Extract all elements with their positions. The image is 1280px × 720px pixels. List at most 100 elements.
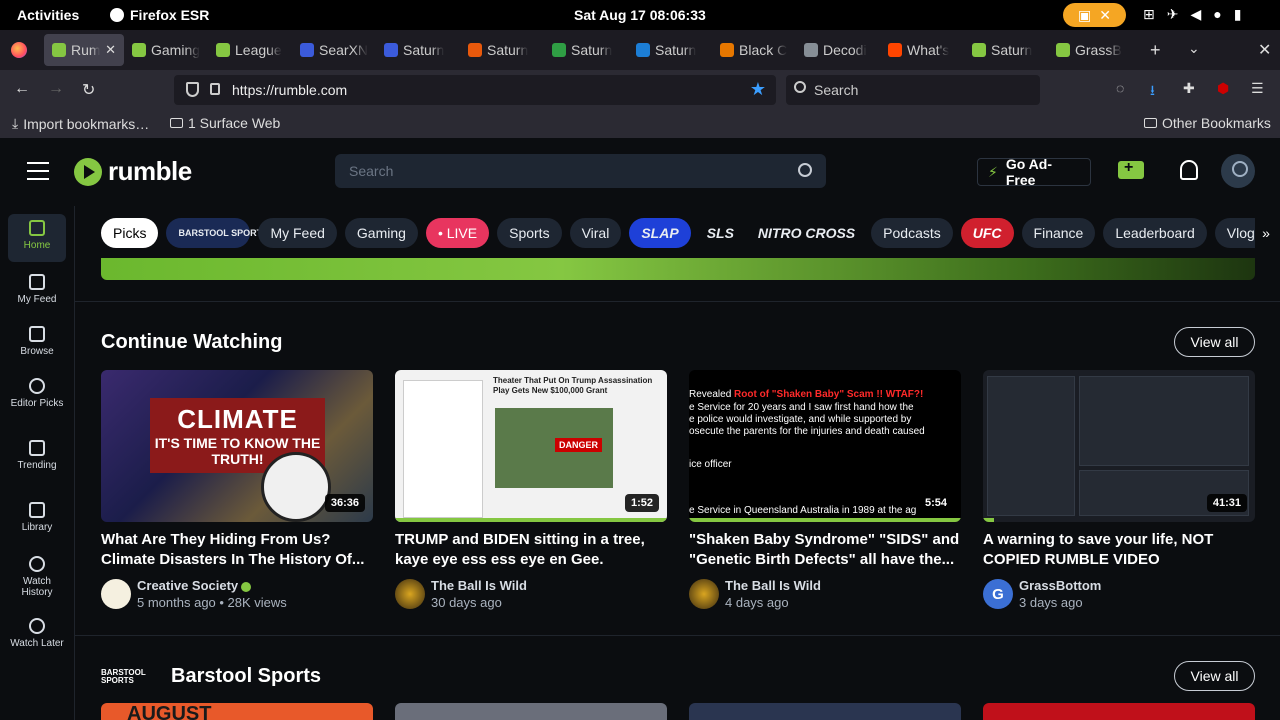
video-card[interactable]: CLIMATE IT'S TIME TO KNOW THE TRUTH! 36:… bbox=[101, 370, 373, 610]
browser-tab[interactable]: Gaming bbox=[124, 34, 208, 66]
pocket-icon[interactable]: ◌ bbox=[1116, 80, 1132, 96]
chip-sls[interactable]: SLS bbox=[699, 218, 742, 248]
rumble-search-input[interactable]: Search bbox=[335, 154, 826, 188]
sidebar-item-browse[interactable]: Browse bbox=[8, 320, 66, 364]
close-tab-icon[interactable]: ✕ bbox=[105, 42, 116, 58]
lock-icon[interactable] bbox=[210, 83, 220, 95]
video-title[interactable]: "Shaken Baby Syndrome" "SIDS" and "Genet… bbox=[689, 530, 961, 570]
forward-button[interactable]: → bbox=[48, 80, 64, 98]
browser-tab[interactable]: GrassB bbox=[1048, 34, 1132, 66]
upload-video-icon[interactable] bbox=[1118, 159, 1144, 179]
sidebar-item-watch-history[interactable]: Watch History bbox=[8, 550, 66, 606]
rumble-logo[interactable]: rumble bbox=[74, 156, 192, 187]
video-card[interactable]: Theater That Put On Trump Assassination … bbox=[395, 370, 667, 610]
sidebar-item-editor-picks[interactable]: Editor Picks bbox=[8, 372, 66, 428]
channel-avatar[interactable]: G bbox=[983, 579, 1013, 609]
browser-tab[interactable]: Saturn bbox=[628, 34, 712, 66]
channel-name[interactable]: The Ball Is Wild bbox=[431, 578, 527, 593]
new-tab-button[interactable]: + bbox=[1150, 40, 1161, 61]
sidebar-item-watch-later[interactable]: Watch Later bbox=[8, 612, 66, 668]
video-card[interactable]: 41:31 A warning to save your life, NOT C… bbox=[983, 370, 1255, 610]
back-button[interactable]: ← bbox=[14, 80, 30, 98]
barstool-view-all-button[interactable]: View all bbox=[1174, 661, 1255, 691]
go-ad-free-button[interactable]: ⚡ Go Ad-Free bbox=[977, 156, 1091, 188]
chip-sports[interactable]: Sports bbox=[497, 218, 562, 248]
chevron-right-icon[interactable]: » bbox=[1255, 218, 1277, 248]
hamburger-menu-icon[interactable] bbox=[27, 162, 49, 180]
chip-podcasts[interactable]: Podcasts bbox=[871, 218, 953, 248]
reload-button[interactable]: ↻ bbox=[82, 80, 95, 100]
notifications-bell-icon[interactable] bbox=[1180, 160, 1198, 180]
video-thumbnail[interactable] bbox=[689, 703, 961, 720]
sidebar-item-home[interactable]: Home bbox=[8, 214, 66, 262]
channel-name[interactable]: GrassBottom bbox=[1019, 578, 1101, 593]
browser-tab[interactable]: Black C bbox=[712, 34, 796, 66]
video-thumbnail[interactable] bbox=[395, 703, 667, 720]
close-window-button[interactable]: ✕ bbox=[1258, 40, 1271, 60]
search-icon[interactable] bbox=[798, 163, 812, 177]
chip-slap[interactable]: SLAP bbox=[629, 218, 691, 248]
barstool-logo[interactable]: BARSTOOL SPORTS bbox=[101, 668, 161, 685]
video-title[interactable]: TRUMP and BIDEN sitting in a tree, kaye … bbox=[395, 530, 667, 570]
bookmark-star-icon[interactable]: ★ bbox=[750, 79, 766, 100]
video-card[interactable]: Revealed Root of "Shaken Baby" Scam !! W… bbox=[689, 370, 961, 610]
continue-watching-view-all-button[interactable]: View all bbox=[1174, 327, 1255, 357]
sidebar-item-trending[interactable]: Trending bbox=[8, 434, 66, 478]
browser-tab[interactable]: Decodi bbox=[796, 34, 880, 66]
chip-my-feed[interactable]: My Feed bbox=[258, 218, 337, 248]
other-bookmarks-folder[interactable]: Other Bookmarks bbox=[1144, 115, 1271, 131]
surface-web-folder[interactable]: 1 Surface Web bbox=[170, 115, 280, 131]
channel-name[interactable]: Creative Society bbox=[137, 578, 287, 593]
menu-icon[interactable]: ☰ bbox=[1251, 80, 1267, 96]
sidebar-item-library[interactable]: Library bbox=[8, 496, 66, 540]
chip-barstool-sports[interactable]: BARSTOOL SPORTS bbox=[166, 218, 268, 248]
browser-tab[interactable]: League bbox=[208, 34, 292, 66]
system-tray[interactable]: ⊞ ✈ ◀ ● ▮ bbox=[1143, 6, 1241, 23]
browser-tab[interactable]: Saturn bbox=[376, 34, 460, 66]
chip-live[interactable]: • LIVE bbox=[425, 218, 490, 248]
video-thumbnail[interactable] bbox=[983, 703, 1255, 720]
video-title[interactable]: A warning to save your life, NOT COPIED … bbox=[983, 530, 1255, 570]
app-menu[interactable]: Firefox ESR bbox=[110, 7, 209, 23]
browser-search-input[interactable]: Search bbox=[786, 75, 1040, 105]
url-text[interactable]: https://rumble.com bbox=[232, 82, 347, 98]
clock[interactable]: Sat Aug 17 08:06:33 bbox=[574, 7, 706, 23]
chevron-down-icon[interactable]: ⌄ bbox=[1188, 40, 1200, 57]
sidebar-item-my-feed[interactable]: My Feed bbox=[8, 268, 66, 312]
chip-nitro-cross[interactable]: NITRO CROSS bbox=[750, 218, 863, 248]
browser-tab[interactable]: SearXNG bbox=[292, 34, 376, 66]
channel-avatar[interactable] bbox=[689, 579, 719, 609]
extensions-icon[interactable]: ✚ bbox=[1183, 80, 1199, 96]
import-bookmarks-link[interactable]: ⤓ Import bookmarks… bbox=[12, 115, 149, 132]
activities-button[interactable]: Activities bbox=[17, 7, 79, 23]
channel-name[interactable]: The Ball Is Wild bbox=[725, 578, 821, 593]
chip-gaming[interactable]: Gaming bbox=[344, 218, 418, 248]
channel-avatar[interactable] bbox=[395, 579, 425, 609]
user-avatar-button[interactable] bbox=[1221, 154, 1255, 188]
downloads-icon[interactable]: ⭳ bbox=[1150, 80, 1166, 98]
browser-tab[interactable]: Rumble✕ bbox=[44, 34, 124, 66]
browser-tab[interactable]: Saturn bbox=[964, 34, 1048, 66]
tracking-shield-icon[interactable] bbox=[186, 82, 199, 97]
chip-leaderboard[interactable]: Leaderboard bbox=[1103, 218, 1207, 248]
browser-tab[interactable]: Saturn bbox=[544, 34, 628, 66]
screen-share-indicator[interactable]: ▣ ✕ bbox=[1063, 3, 1126, 27]
url-bar[interactable]: https://rumble.com ★ bbox=[174, 75, 776, 105]
browser-tab[interactable]: Saturn bbox=[460, 34, 544, 66]
firefox-view-icon[interactable] bbox=[11, 42, 27, 58]
promo-banner[interactable] bbox=[101, 258, 1255, 280]
tab-favicon-icon bbox=[720, 43, 734, 57]
browser-tab[interactable]: What's bbox=[880, 34, 964, 66]
video-thumbnail[interactable]: Theater That Put On Trump Assassination … bbox=[395, 370, 667, 522]
channel-avatar[interactable] bbox=[101, 579, 131, 609]
chip-finance[interactable]: Finance bbox=[1021, 218, 1096, 248]
video-thumbnail[interactable]: CLIMATE IT'S TIME TO KNOW THE TRUTH! 36:… bbox=[101, 370, 373, 522]
video-thumbnail[interactable]: 41:31 bbox=[983, 370, 1255, 522]
video-thumbnail[interactable]: AUGUST bbox=[101, 703, 373, 720]
chip-viral[interactable]: Viral bbox=[569, 218, 622, 248]
video-title[interactable]: What Are They Hiding From Us? Climate Di… bbox=[101, 530, 373, 570]
video-thumbnail[interactable]: Revealed Root of "Shaken Baby" Scam !! W… bbox=[689, 370, 961, 522]
chip-picks[interactable]: Picks bbox=[101, 218, 159, 248]
chip-ufc[interactable]: UFC bbox=[960, 218, 1014, 248]
ublock-icon[interactable]: ⬢ bbox=[1217, 80, 1233, 96]
